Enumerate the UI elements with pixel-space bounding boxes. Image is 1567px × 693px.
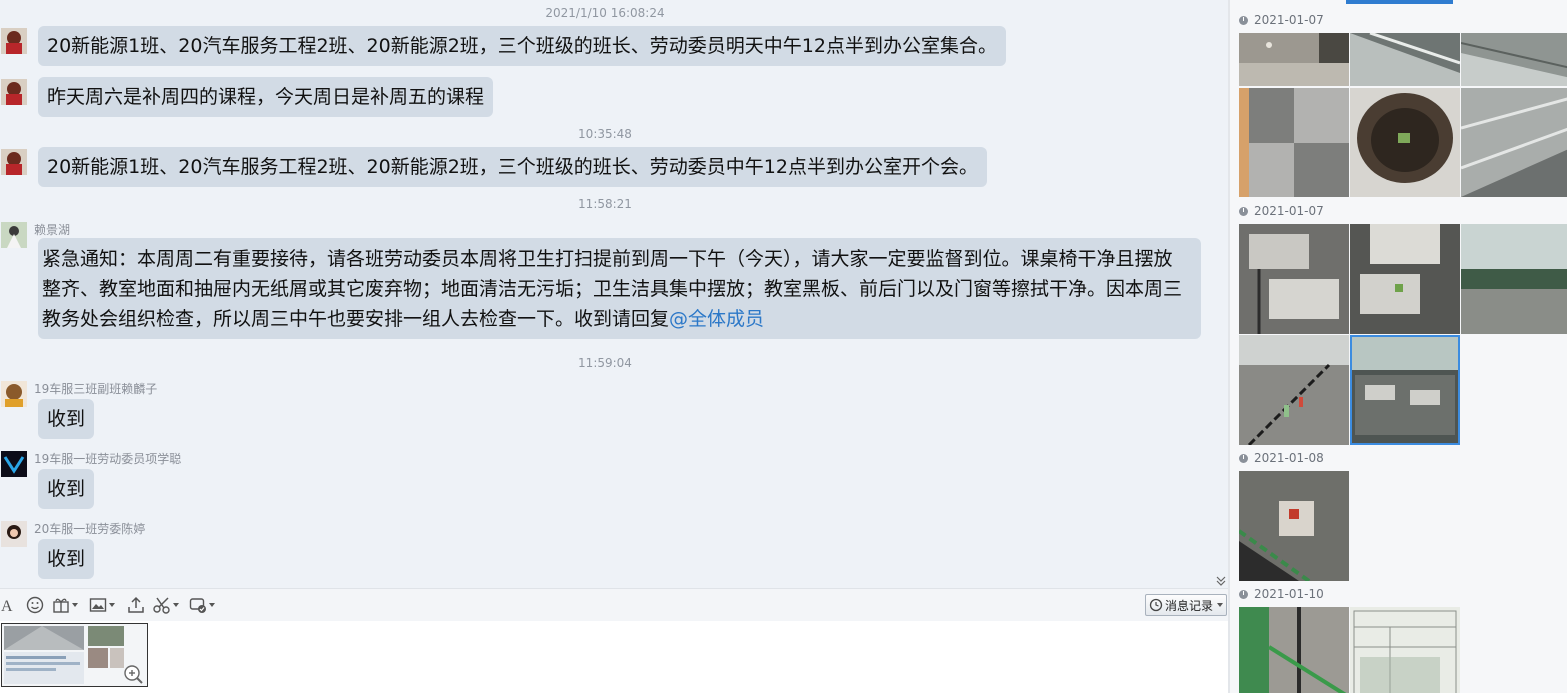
message-history-label: 消息记录 [1164, 598, 1213, 613]
more-icon[interactable] [189, 596, 215, 614]
gallery-date-text: 2021-01-07 [1254, 13, 1324, 27]
gallery-date-label: 2021-01-10 [1239, 587, 1324, 601]
gallery-thumbnail[interactable] [1350, 224, 1460, 334]
gallery-thumbnail[interactable] [1461, 224, 1567, 334]
chevron-down-icon [1217, 603, 1223, 607]
message-bubble[interactable]: 昨天周六是补周四的课程，今天周日是补周五的课程 [38, 77, 494, 117]
clock-icon [1239, 206, 1248, 216]
sender-name: 19车服一班劳动委员项学聪 [34, 452, 182, 466]
svg-text:A: A [1, 598, 13, 613]
active-tab-indicator [1346, 0, 1453, 4]
gallery-thumbnail[interactable] [1239, 224, 1349, 334]
avatar[interactable] [1, 381, 27, 407]
avatar[interactable] [1, 79, 27, 105]
gallery-thumbnail[interactable] [1239, 88, 1349, 197]
avatar[interactable] [1, 28, 27, 54]
message-bubble[interactable]: 收到 [38, 539, 95, 579]
chevron-down-icon [209, 603, 215, 607]
chat-history[interactable]: 2021/1/10 16:08:24 20新能源1班、20汽车服务工程2班、20… [0, 0, 1228, 588]
gallery-thumbnail[interactable] [1350, 607, 1460, 693]
upload-icon[interactable] [127, 596, 145, 614]
scissors-icon[interactable] [153, 596, 179, 614]
message-bubble[interactable]: 收到 [38, 469, 95, 509]
gallery-thumbnail[interactable] [1239, 607, 1349, 693]
message-history-button[interactable]: 消息记录 [1145, 594, 1227, 616]
avatar[interactable] [1, 521, 27, 547]
timestamp: 10:35:48 [578, 127, 632, 141]
gallery-date-label: 2021-01-08 [1239, 451, 1324, 465]
gift-icon[interactable] [52, 596, 78, 614]
timestamp: 2021/1/10 16:08:24 [545, 6, 665, 20]
chevron-down-icon [72, 603, 78, 607]
chevron-down-icon [173, 603, 179, 607]
image-icon[interactable] [89, 596, 115, 614]
gallery-date-text: 2021-01-08 [1254, 451, 1324, 465]
clock-icon [1149, 598, 1163, 612]
gallery-thumbnail[interactable] [1239, 335, 1349, 445]
gallery-date-label: 2021-01-07 [1239, 13, 1324, 27]
emoji-icon[interactable] [26, 596, 44, 614]
message-bubble[interactable]: 紧急通知：本周周二有重要接待，请各班劳动委员本周将卫生打扫提前到周一下午（今天）… [38, 238, 1201, 339]
gallery-date-text: 2021-01-10 [1254, 587, 1324, 601]
avatar[interactable] [1, 149, 27, 175]
gallery-thumbnail[interactable] [1350, 88, 1460, 197]
message-text: 紧急通知：本周周二有重要接待，请各班劳动委员本周将卫生打扫提前到周一下午（今天）… [42, 248, 1183, 330]
mention-link[interactable]: @全体成员 [669, 308, 764, 330]
gallery-date-label: 2021-01-07 [1239, 204, 1324, 218]
gallery-thumbnail[interactable] [1239, 33, 1349, 86]
draft-image-attachment[interactable] [1, 623, 148, 687]
chevron-down-icon [109, 603, 115, 607]
clock-icon [1239, 15, 1248, 25]
scroll-to-bottom-icon[interactable] [1214, 572, 1228, 586]
timestamp: 11:59:04 [578, 356, 632, 370]
clock-icon [1239, 453, 1248, 463]
font-icon[interactable]: A [0, 596, 16, 614]
gallery-thumbnail[interactable] [1239, 471, 1349, 581]
gallery-date-text: 2021-01-07 [1254, 204, 1324, 218]
sender-name: 赖景湖 [34, 223, 71, 237]
clock-icon [1239, 589, 1248, 599]
message-bubble[interactable]: 20新能源1班、20汽车服务工程2班、20新能源2班，三个班级的班长、劳动委员中… [38, 147, 987, 187]
avatar[interactable] [1, 451, 27, 477]
gallery-thumbnail-selected[interactable] [1350, 335, 1460, 445]
message-input[interactable] [0, 621, 1228, 693]
gallery-thumbnail[interactable] [1350, 33, 1460, 86]
timestamp: 11:58:21 [578, 197, 632, 211]
message-bubble[interactable]: 收到 [38, 399, 95, 439]
sender-name: 20车服一班劳委陈婷 [34, 522, 146, 536]
gallery-thumbnail[interactable] [1461, 33, 1567, 86]
gallery-thumbnail[interactable] [1461, 88, 1567, 197]
sender-name: 19车服三班副班赖麟子 [34, 382, 158, 396]
message-bubble[interactable]: 20新能源1班、20汽车服务工程2班、20新能源2班，三个班级的班长、劳动委员明… [38, 26, 1006, 66]
avatar[interactable] [1, 222, 27, 248]
image-gallery-panel: 2021-01-07 2021-01-07 2021-01-08 2021-01… [1230, 0, 1567, 693]
input-toolbar: A 消息记录 [0, 588, 1228, 621]
